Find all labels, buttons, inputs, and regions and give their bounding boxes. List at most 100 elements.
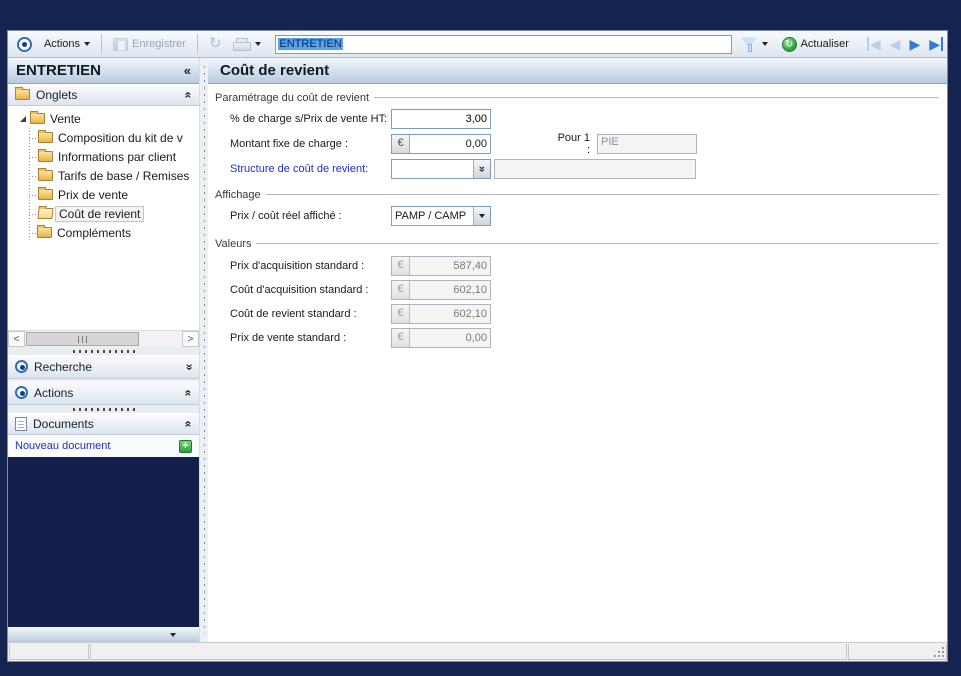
folder-icon	[37, 225, 52, 238]
print-button[interactable]	[227, 36, 255, 53]
euro-button[interactable]: €	[392, 134, 410, 153]
scroll-right-button[interactable]: >	[182, 331, 199, 347]
chevron-down-icon	[84, 42, 91, 46]
sidebar-header: ENTRETIEN «	[8, 58, 199, 84]
panel-actions-label: Actions	[34, 385, 74, 400]
filter-options-button[interactable]	[756, 40, 774, 48]
pour-1-label: Pour 1 :	[557, 131, 590, 156]
tree-item-cout-revient[interactable]: Coût de revient	[8, 204, 199, 223]
structure-cout-link[interactable]: Structure de coût de revient:	[230, 163, 391, 175]
valeur-row: Prix d'acquisition standard : € 587,40	[215, 254, 939, 278]
group-valeurs-legend: Valeurs	[215, 238, 252, 250]
montant-fixe-value[interactable]: 0,00	[410, 138, 490, 150]
tree-item-label: Prix de vente	[58, 187, 129, 202]
record-target-icon	[17, 36, 32, 52]
actions-menu-label: Actions	[43, 38, 81, 50]
prix-acquisition-value: 587,40	[453, 260, 487, 272]
collapse-sidebar-button[interactable]: «	[184, 63, 191, 78]
new-document-link[interactable]: Nouveau document	[15, 440, 110, 452]
tree-horizontal-scrollbar[interactable]: < >	[8, 330, 199, 347]
last-record-button[interactable]: ▶	[929, 37, 943, 51]
group-affichage: Affichage	[215, 187, 939, 203]
sidebar-title: ENTRETIEN	[16, 62, 102, 79]
panel-header-documents[interactable]: Documents «	[8, 413, 199, 435]
filter-icon[interactable]	[742, 37, 756, 52]
tree-item-label: Vente	[50, 111, 81, 126]
resize-grip-icon[interactable]	[942, 655, 944, 657]
toolbar-separator	[101, 34, 103, 54]
folder-icon	[38, 149, 53, 162]
panel-drag-handle[interactable]	[8, 347, 199, 355]
toolbar-separator	[196, 34, 198, 54]
tree-item-tarifs-remises[interactable]: Tarifs de base / Remises	[8, 166, 199, 185]
main-panel: Coût de revient Paramétrage du coût de r…	[208, 58, 947, 642]
euro-button: €	[392, 257, 410, 275]
tree-item-complements[interactable]: Compléments	[8, 223, 199, 242]
actualiser-label: Actualiser	[800, 38, 849, 50]
panel-onglets-label: Onglets	[36, 87, 78, 102]
panel-header-onglets[interactable]: Onglets «	[8, 84, 199, 106]
structure-cout-detail-field	[494, 158, 696, 179]
prix-affiche-value: PAMP / CAMP	[395, 209, 467, 222]
save-icon	[113, 37, 129, 51]
sidebar-splitter[interactable]	[199, 58, 208, 642]
pct-charge-input[interactable]	[391, 108, 491, 129]
record-navigation: ◀ ◀ ▶ ▶	[866, 37, 943, 51]
panel-header-recherche[interactable]: Recherche «	[8, 355, 199, 379]
scrollbar-thumb[interactable]	[26, 332, 140, 346]
onglets-tree: Vente Composition du kit de v Informatio…	[8, 106, 199, 330]
status-cell-left	[9, 644, 89, 660]
tree-item-prix-vente[interactable]: Prix de vente	[8, 185, 199, 204]
tree-item-label: Tarifs de base / Remises	[58, 168, 190, 183]
printer-icon	[233, 37, 252, 51]
panel-recherche-label: Recherche	[34, 359, 93, 374]
refresh-icon: ↻	[208, 35, 222, 52]
pour-1-field: PIE	[597, 133, 697, 154]
euro-button: €	[392, 305, 410, 323]
save-button[interactable]: Enregistrer	[107, 36, 192, 53]
folder-icon	[38, 168, 53, 181]
euro-button: €	[392, 329, 410, 347]
document-icon	[15, 416, 27, 431]
status-bar	[8, 642, 947, 661]
tree-item-composition-kit[interactable]: Composition du kit de v	[8, 128, 199, 147]
target-icon	[15, 386, 28, 399]
cout-acquisition-field: € 602,10	[391, 280, 491, 300]
collapse-panel-icon[interactable]: «	[182, 389, 196, 396]
combo-double-chevron-button[interactable]: «	[473, 159, 490, 178]
first-record-button[interactable]: ◀	[866, 37, 881, 51]
actions-menu-button[interactable]: Actions	[38, 36, 96, 52]
expand-panel-icon[interactable]: «	[182, 363, 196, 370]
tree-connector	[29, 213, 36, 215]
montant-fixe-field: € 0,00	[391, 133, 491, 154]
save-button-label: Enregistrer	[132, 38, 186, 50]
tree-expand-icon[interactable]	[20, 115, 26, 122]
structure-cout-combo[interactable]: «	[391, 158, 491, 179]
prix-affiche-select[interactable]: PAMP / CAMP	[391, 205, 491, 226]
combo-dropdown-button[interactable]	[473, 206, 490, 225]
panel-drag-handle[interactable]	[8, 405, 199, 413]
add-document-button[interactable]: +	[179, 439, 192, 453]
tree-item-vente[interactable]: Vente	[8, 109, 199, 128]
panel-documents-label: Documents	[33, 416, 94, 431]
scrollbar-track[interactable]	[25, 331, 182, 347]
collapse-panel-icon[interactable]: «	[182, 420, 196, 427]
print-options-button[interactable]	[255, 40, 267, 48]
chevron-down-icon	[479, 213, 485, 218]
actualiser-button[interactable]: ↻ Actualiser	[776, 35, 855, 54]
collapse-panel-icon[interactable]: «	[182, 91, 196, 98]
folder-icon	[38, 187, 53, 200]
tree-item-informations-client[interactable]: Informations par client	[8, 147, 199, 166]
previous-record-button[interactable]: ◀	[890, 37, 901, 51]
sidebar-overflow-bar[interactable]	[8, 627, 199, 642]
next-record-button[interactable]: ▶	[909, 37, 920, 51]
prix-affiche-label: Prix / coût réel affiché :	[230, 209, 342, 222]
folder-icon	[15, 87, 30, 100]
euro-button: €	[392, 281, 410, 299]
scroll-left-button[interactable]: <	[8, 331, 25, 347]
record-search-input[interactable]: ENTRETIEN	[275, 34, 732, 54]
panel-header-actions[interactable]: Actions «	[8, 381, 199, 405]
tree-connector	[29, 194, 36, 196]
refresh-button[interactable]: ↻	[203, 35, 228, 53]
status-cell-right	[848, 644, 947, 660]
